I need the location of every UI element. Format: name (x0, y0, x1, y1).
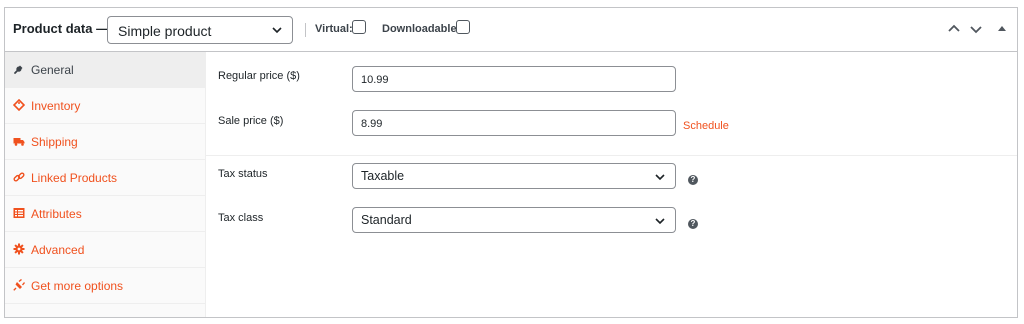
regular-price-value: 10.99 (361, 74, 389, 86)
virtual-label: Virtual: (315, 23, 353, 35)
tab-linked-products[interactable]: Linked Products (5, 160, 206, 196)
tax-status-select[interactable]: Taxable (352, 163, 676, 189)
tax-class-select[interactable]: Standard (352, 207, 676, 233)
tab-label: Inventory (31, 99, 81, 113)
help-icon[interactable]: ? (688, 175, 698, 185)
tab-inventory[interactable]: Inventory (5, 88, 206, 124)
header-separator (305, 23, 306, 37)
product-data-panel: Product data — Simple product Virtual: D… (4, 7, 1018, 318)
product-type-select[interactable]: Simple product (107, 16, 293, 44)
tag-icon (13, 99, 25, 111)
tax-class-label: Tax class (218, 212, 264, 224)
plug-icon (13, 279, 25, 291)
triangle-up-icon[interactable] (997, 22, 1007, 36)
panel-title: Product data — (13, 21, 110, 36)
regular-price-input[interactable]: 10.99 (352, 66, 676, 92)
sale-price-value: 8.99 (361, 118, 383, 130)
chevron-down-icon (655, 174, 665, 181)
product-type-value: Simple product (118, 23, 212, 39)
help-icon[interactable]: ? (688, 219, 698, 229)
wrench-icon (14, 65, 23, 74)
tax-class-value: Standard (361, 213, 412, 227)
tab-advanced[interactable]: Advanced (5, 232, 206, 268)
tab-label: General (31, 63, 74, 77)
truck-icon (13, 138, 25, 146)
list-icon (13, 208, 25, 218)
tax-status-label: Tax status (218, 168, 268, 180)
tab-label: Attributes (31, 207, 82, 221)
tax-status-value: Taxable (361, 169, 405, 183)
panel-header: Product data — Simple product Virtual: D… (5, 8, 1017, 52)
section-divider (206, 155, 1017, 156)
regular-price-label: Regular price ($) (218, 70, 300, 82)
virtual-checkbox[interactable] (352, 20, 366, 34)
tab-label: Shipping (31, 135, 78, 149)
chevron-down-icon (272, 27, 282, 34)
product-data-tabs: General Inventory Shipping Linked Produc… (5, 52, 206, 317)
tab-attributes[interactable]: Attributes (5, 196, 206, 232)
tab-general[interactable]: General (5, 52, 206, 88)
general-panel: Regular price ($) 10.99 Sale price ($) 8… (206, 52, 1017, 317)
tab-label: Linked Products (31, 171, 118, 185)
sale-price-label: Sale price ($) (218, 115, 284, 127)
gear-icon (13, 243, 25, 255)
tab-get-more-options[interactable]: Get more options (5, 268, 206, 304)
link-icon (13, 172, 25, 182)
chevron-down-icon (655, 218, 665, 225)
chevron-down-icon[interactable] (969, 22, 983, 36)
tab-label: Advanced (31, 243, 85, 257)
chevron-up-icon[interactable] (947, 22, 961, 36)
downloadable-checkbox[interactable] (456, 20, 470, 34)
tab-label: Get more options (31, 279, 124, 293)
sale-price-input[interactable]: 8.99 (352, 110, 676, 136)
tab-shipping[interactable]: Shipping (5, 124, 206, 160)
downloadable-label: Downloadable: (382, 23, 461, 35)
schedule-link[interactable]: Schedule (683, 120, 729, 132)
